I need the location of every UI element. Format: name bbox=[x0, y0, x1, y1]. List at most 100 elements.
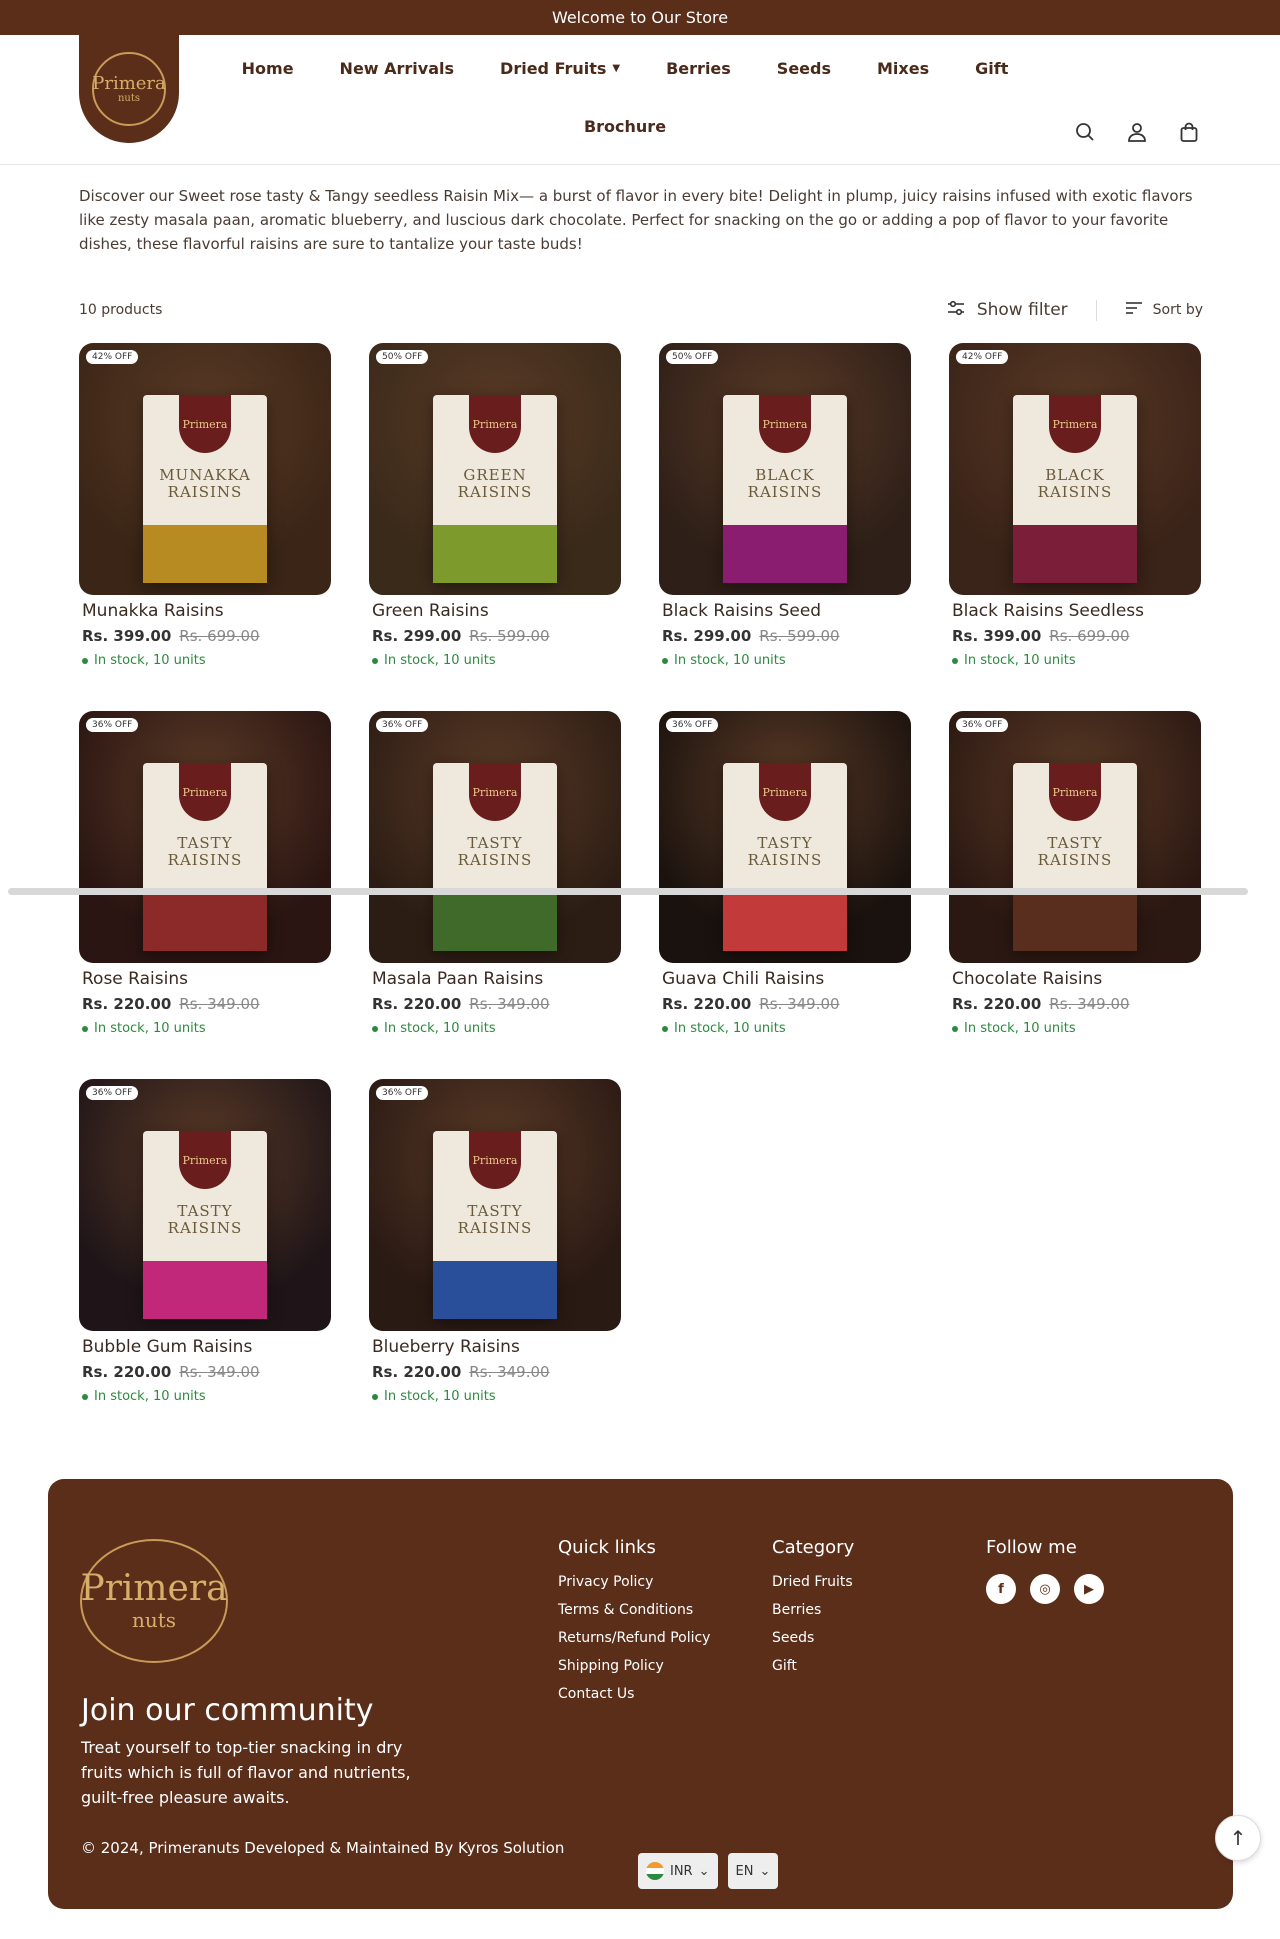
account-icon[interactable] bbox=[1126, 121, 1148, 143]
package-label: TASTY RAISINS bbox=[1037, 834, 1113, 869]
product-name[interactable]: Munakka Raisins bbox=[82, 601, 331, 621]
horizontal-scrollbar[interactable] bbox=[8, 888, 1248, 895]
product-count: 10 products bbox=[79, 302, 163, 318]
product-card[interactable]: 36% OFF Primera TASTY RAISINS Guava Chil… bbox=[659, 711, 911, 1079]
discount-badge: 50% OFF bbox=[666, 350, 719, 364]
scroll-to-top-button[interactable]: ↑ bbox=[1215, 1815, 1261, 1861]
nav-label: Dried Fruits bbox=[500, 58, 607, 78]
footer-category-gift[interactable]: Gift bbox=[772, 1658, 854, 1674]
stock-text: In stock, 10 units bbox=[674, 653, 786, 668]
discount-badge: 36% OFF bbox=[376, 718, 429, 732]
footer-link-privacy[interactable]: Privacy Policy bbox=[558, 1574, 710, 1590]
nav-label: Mixes bbox=[877, 58, 930, 78]
currency-select[interactable]: INR ⌄ bbox=[638, 1853, 718, 1889]
stock-status: In stock, 10 units bbox=[82, 1021, 331, 1036]
youtube-icon[interactable]: ▶ bbox=[1074, 1574, 1104, 1604]
product-prices: Rs. 399.00 Rs. 699.00 bbox=[952, 627, 1201, 645]
package-stripe bbox=[143, 893, 267, 951]
product-card[interactable]: 36% OFF Primera TASTY RAISINS Masala Paa… bbox=[369, 711, 621, 1079]
product-name[interactable]: Chocolate Raisins bbox=[952, 969, 1201, 989]
package-label: GREEN RAISINS bbox=[457, 466, 533, 501]
brand-logo[interactable]: Primera nuts bbox=[79, 35, 179, 143]
language-value: EN bbox=[735, 1863, 754, 1879]
search-icon[interactable] bbox=[1074, 121, 1096, 143]
product-name[interactable]: Black Raisins Seedless bbox=[952, 601, 1201, 621]
copyright: © 2024, Primeranuts Developed & Maintain… bbox=[81, 1839, 565, 1857]
footer-link-returns[interactable]: Returns/Refund Policy bbox=[558, 1630, 710, 1646]
product-name[interactable]: Masala Paan Raisins bbox=[372, 969, 621, 989]
product-prices: Rs. 220.00 Rs. 349.00 bbox=[372, 1363, 621, 1381]
stock-status: In stock, 10 units bbox=[952, 653, 1201, 668]
product-name[interactable]: Blueberry Raisins bbox=[372, 1337, 621, 1357]
product-card[interactable]: 36% OFF Primera TASTY RAISINS Bubble Gum… bbox=[79, 1079, 331, 1447]
stock-text: In stock, 10 units bbox=[964, 1021, 1076, 1036]
product-package: Primera TASTY RAISINS bbox=[143, 1131, 267, 1319]
product-image[interactable]: 42% OFF Primera MUNAKKA RAISINS bbox=[79, 343, 331, 595]
package-logo: Primera bbox=[1049, 763, 1101, 821]
discount-badge: 42% OFF bbox=[86, 350, 139, 364]
package-stripe bbox=[723, 893, 847, 951]
product-card[interactable]: 42% OFF Primera MUNAKKA RAISINS Munakka … bbox=[79, 343, 331, 711]
show-filter-button[interactable]: Show filter bbox=[947, 299, 1097, 321]
language-select[interactable]: EN ⌄ bbox=[727, 1853, 779, 1889]
footer-category-dried-fruits[interactable]: Dried Fruits bbox=[772, 1574, 854, 1590]
product-name[interactable]: Green Raisins bbox=[372, 601, 621, 621]
product-name[interactable]: Black Raisins Seed bbox=[662, 601, 911, 621]
facebook-icon[interactable]: f bbox=[986, 1574, 1016, 1604]
nav-brochure[interactable]: Brochure bbox=[584, 115, 666, 137]
sale-price: Rs. 220.00 bbox=[662, 995, 752, 1013]
product-name[interactable]: Bubble Gum Raisins bbox=[82, 1337, 331, 1357]
product-prices: Rs. 220.00 Rs. 349.00 bbox=[82, 1363, 331, 1381]
footer-link-contact[interactable]: Contact Us bbox=[558, 1686, 710, 1702]
product-image[interactable]: 36% OFF Primera TASTY RAISINS bbox=[659, 711, 911, 963]
instagram-icon[interactable]: ◎ bbox=[1030, 1574, 1060, 1604]
nav-new-arrivals[interactable]: New Arrivals bbox=[340, 57, 454, 79]
product-card[interactable]: 50% OFF Primera BLACK RAISINS Black Rais… bbox=[659, 343, 911, 711]
product-card[interactable]: 50% OFF Primera GREEN RAISINS Green Rais… bbox=[369, 343, 621, 711]
nav-seeds[interactable]: Seeds bbox=[777, 57, 831, 79]
sort-icon bbox=[1125, 301, 1143, 319]
footer-logo[interactable]: Primera nuts bbox=[80, 1539, 228, 1663]
stock-text: In stock, 10 units bbox=[384, 1389, 496, 1404]
sale-price: Rs. 299.00 bbox=[662, 627, 752, 645]
locale-selectors: INR ⌄ EN ⌄ bbox=[638, 1853, 779, 1889]
nav-label: Seeds bbox=[776, 58, 831, 78]
product-image[interactable]: 36% OFF Primera TASTY RAISINS bbox=[79, 711, 331, 963]
stock-dot-icon bbox=[952, 657, 958, 664]
sale-price: Rs. 399.00 bbox=[82, 627, 172, 645]
stock-dot-icon bbox=[372, 657, 378, 664]
stock-dot-icon bbox=[662, 1025, 668, 1032]
footer-link-terms[interactable]: Terms & Conditions bbox=[558, 1602, 710, 1618]
sort-by-button[interactable]: Sort by bbox=[1097, 301, 1203, 319]
footer-logo-name: Primera bbox=[80, 1568, 228, 1609]
nav-gift[interactable]: Gift bbox=[975, 57, 1008, 79]
package-logo: Primera bbox=[759, 763, 811, 821]
product-image[interactable]: 42% OFF Primera BLACK RAISINS bbox=[949, 343, 1201, 595]
sale-price: Rs. 299.00 bbox=[372, 627, 462, 645]
footer-category-berries[interactable]: Berries bbox=[772, 1602, 854, 1618]
nav-home[interactable]: Home bbox=[242, 57, 294, 79]
nav-mixes[interactable]: Mixes bbox=[877, 57, 929, 79]
india-flag-icon bbox=[646, 1862, 664, 1880]
product-card[interactable]: 42% OFF Primera BLACK RAISINS Black Rais… bbox=[949, 343, 1201, 711]
product-card[interactable]: 36% OFF Primera TASTY RAISINS Rose Raisi… bbox=[79, 711, 331, 1079]
product-image[interactable]: 50% OFF Primera BLACK RAISINS bbox=[659, 343, 911, 595]
product-name[interactable]: Rose Raisins bbox=[82, 969, 331, 989]
product-image[interactable]: 36% OFF Primera TASTY RAISINS bbox=[79, 1079, 331, 1331]
product-image[interactable]: 36% OFF Primera TASTY RAISINS bbox=[369, 1079, 621, 1331]
nav-berries[interactable]: Berries bbox=[666, 57, 731, 79]
stock-status: In stock, 10 units bbox=[82, 653, 331, 668]
logo-sub: nuts bbox=[117, 92, 141, 104]
product-image[interactable]: 36% OFF Primera TASTY RAISINS bbox=[949, 711, 1201, 963]
quick-links-title: Quick links bbox=[558, 1537, 656, 1558]
footer-category-seeds[interactable]: Seeds bbox=[772, 1630, 854, 1646]
product-image[interactable]: 36% OFF Primera TASTY RAISINS bbox=[369, 711, 621, 963]
nav-dried-fruits[interactable]: Dried Fruits ▼ bbox=[500, 57, 620, 79]
cart-icon[interactable] bbox=[1178, 121, 1200, 143]
product-name[interactable]: Guava Chili Raisins bbox=[662, 969, 911, 989]
product-image[interactable]: 50% OFF Primera GREEN RAISINS bbox=[369, 343, 621, 595]
product-card[interactable]: 36% OFF Primera TASTY RAISINS Blueberry … bbox=[369, 1079, 621, 1447]
product-card[interactable]: 36% OFF Primera TASTY RAISINS Chocolate … bbox=[949, 711, 1201, 1079]
sort-by-label: Sort by bbox=[1152, 302, 1203, 318]
footer-link-shipping[interactable]: Shipping Policy bbox=[558, 1658, 710, 1674]
